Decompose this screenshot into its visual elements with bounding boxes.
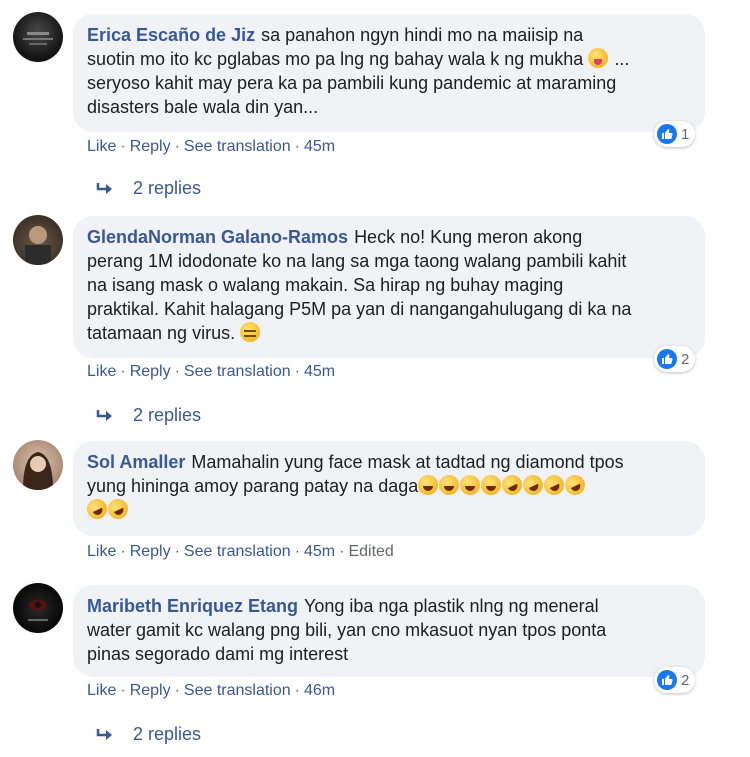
emoji-icon	[519, 471, 547, 499]
timestamp[interactable]: 45m	[304, 138, 335, 155]
comment-actions: Like · Reply · See translation · 45m	[87, 138, 336, 155]
comment-actions: Like · Reply · See translation · 45m · Edited	[87, 543, 394, 560]
avatar[interactable]	[13, 583, 63, 633]
comment-bubble: Maribeth Enriquez Etang Yong iba nga plas…	[73, 585, 705, 677]
timestamp[interactable]: 46m	[304, 682, 335, 699]
comment-actions: Like · Reply · See translation · 46m	[87, 682, 336, 699]
see-translation-link[interactable]: See translation	[184, 682, 291, 699]
replies-label: 2 replies	[133, 405, 202, 425]
comment-author[interactable]: Maribeth Enriquez Etang	[87, 596, 298, 616]
emoji-icon	[481, 475, 502, 495]
like-icon	[657, 124, 677, 144]
like-link[interactable]: Like	[87, 138, 116, 155]
reaction-count[interactable]: 2	[654, 346, 696, 372]
emoji-icon	[498, 471, 526, 499]
comment-author[interactable]: GlendaNorman Galano-Ramos	[87, 227, 348, 247]
comment-text: Mamahalin yung face mask at tadtad ng di…	[191, 452, 624, 472]
emoji-icon	[460, 475, 481, 495]
reaction-count[interactable]: 2	[654, 667, 696, 693]
like-icon	[657, 670, 677, 690]
reaction-number: 2	[681, 350, 690, 368]
view-replies-link[interactable]: 2 replies	[95, 178, 201, 199]
comment-text: suotin mo ito kc pglabas mo pa lng ng ba…	[87, 49, 584, 69]
comment-text: disasters bale wala din yan...	[87, 97, 319, 117]
reply-link[interactable]: Reply	[130, 682, 171, 699]
avatar[interactable]	[13, 440, 63, 490]
view-replies-link[interactable]: 2 replies	[95, 724, 201, 745]
replies-label: 2 replies	[133, 724, 202, 744]
comment-bubble: Sol Amaller Mamahalin yung face mask at t…	[73, 441, 705, 536]
comment-text: ...	[609, 49, 630, 69]
replies-label: 2 replies	[133, 178, 202, 198]
see-translation-link[interactable]: See translation	[184, 543, 291, 560]
comment-author[interactable]: Erica Escaño de Jiz	[87, 25, 255, 45]
comment-text: Yong iba nga plastik nlng ng meneral	[304, 596, 599, 616]
comment-text: tatamaan ng virus.	[87, 323, 236, 343]
reply-link[interactable]: Reply	[130, 363, 171, 380]
timestamp[interactable]: 45m	[304, 543, 335, 560]
reaction-number: 1	[681, 125, 690, 143]
comment-text: pinas segorado dami mg interest	[87, 644, 349, 664]
emoji-icon	[240, 322, 261, 342]
comment-author[interactable]: Sol Amaller	[87, 452, 185, 472]
reply-arrow-icon	[95, 408, 115, 424]
comment-text: seryoso kahit may pera ka pa pambili kun…	[87, 73, 617, 93]
comment-text: yung hininga amoy parang patay na daga	[87, 476, 419, 496]
like-link[interactable]: Like	[87, 363, 116, 380]
see-translation-link[interactable]: See translation	[184, 363, 291, 380]
reply-link[interactable]: Reply	[130, 543, 171, 560]
comment-text: water gamit kc walang png bili, yan cno …	[87, 620, 607, 640]
reaction-number: 2	[681, 671, 690, 689]
reaction-count[interactable]: 1	[654, 121, 696, 147]
like-link[interactable]: Like	[87, 543, 116, 560]
see-translation-link[interactable]: See translation	[184, 138, 291, 155]
avatar[interactable]	[13, 215, 63, 265]
reply-arrow-icon	[95, 181, 115, 197]
view-replies-link[interactable]: 2 replies	[95, 405, 201, 426]
like-icon	[657, 349, 677, 369]
reply-arrow-icon	[95, 727, 115, 743]
emoji-icon	[588, 48, 609, 68]
emoji-icon	[561, 471, 589, 499]
like-link[interactable]: Like	[87, 682, 116, 699]
comment-text: sa panahon ngyn hindi mo na maiisip na	[261, 25, 584, 45]
emoji-icon	[418, 475, 439, 495]
comment-text: na isang mask o walang makain. Sa hirap …	[87, 275, 564, 295]
comment-bubble: GlendaNorman Galano-Ramos Heck no! Kung m…	[73, 216, 705, 358]
emoji-icon	[83, 495, 111, 523]
emoji-icon	[540, 471, 568, 499]
comment-text: Heck no! Kung meron akong	[354, 227, 583, 247]
comment-actions: Like · Reply · See translation · 45m	[87, 363, 336, 380]
emoji-icon	[439, 475, 460, 495]
emoji-icon	[104, 495, 132, 523]
avatar[interactable]	[13, 12, 63, 62]
comment-bubble: Erica Escaño de Jiz sa panahon ngyn hindi…	[73, 14, 705, 132]
comment-text: perang 1M idodonate ko na lang sa mga ta…	[87, 251, 627, 271]
edited-label: Edited	[348, 543, 394, 560]
timestamp[interactable]: 45m	[304, 363, 335, 380]
reply-link[interactable]: Reply	[130, 138, 171, 155]
comment-text: praktikal. Kahit halagang P5M pa yan di …	[87, 299, 632, 319]
